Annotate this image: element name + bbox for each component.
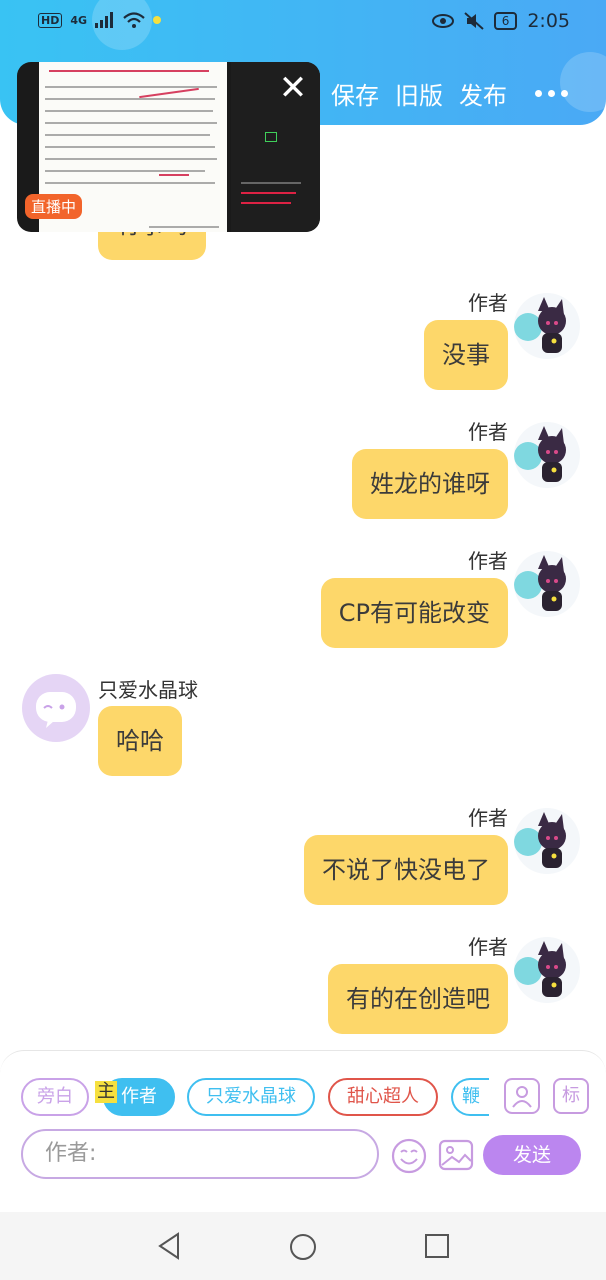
sender-name: 作者 bbox=[468, 935, 508, 959]
header-actions: 保存 旧版 发布 bbox=[331, 76, 568, 111]
author-avatar[interactable] bbox=[514, 422, 580, 488]
send-button[interactable]: 发送 bbox=[483, 1135, 581, 1175]
live-badge: 直播中 bbox=[25, 194, 83, 219]
sender-name: 只爱水晶球 bbox=[98, 678, 198, 702]
system-nav-bar bbox=[0, 1212, 606, 1280]
chat-area[interactable]: 有事吗 作者 没事 作者 姓龙的谁呀 作者 bbox=[0, 125, 606, 1050]
live-stream-overlay[interactable]: 直播中 ✕ bbox=[17, 62, 320, 232]
notification-dot bbox=[153, 16, 162, 24]
role-chip-narrator[interactable]: 旁白 bbox=[21, 1078, 89, 1116]
person-icon[interactable] bbox=[504, 1078, 540, 1114]
back-triangle-icon[interactable] bbox=[156, 1232, 182, 1260]
author-avatar[interactable] bbox=[514, 937, 580, 1003]
sender-name: 作者 bbox=[468, 291, 508, 315]
sender-name: 作者 bbox=[468, 420, 508, 444]
chat-bubble-right: 姓龙的谁呀 bbox=[352, 449, 508, 519]
user-avatar[interactable] bbox=[22, 674, 90, 742]
role-chip-partial[interactable]: 鞭 bbox=[451, 1078, 489, 1116]
save-button[interactable]: 保存 bbox=[331, 76, 379, 111]
sender-name: 作者 bbox=[468, 806, 508, 830]
chat-bubble-right: 不说了快没电了 bbox=[304, 835, 508, 905]
hd-indicator: HD bbox=[38, 12, 63, 28]
composer: 旁白 主 作者 只爱水晶球 甜心超人 鞭 标 作者: 发送 bbox=[0, 1050, 606, 1212]
sender-name: 作者 bbox=[468, 549, 508, 573]
battery-indicator: 6 bbox=[493, 12, 518, 30]
old-version-button[interactable]: 旧版 bbox=[395, 76, 443, 111]
main-role-tag: 主 bbox=[95, 1081, 117, 1103]
role-chip-crystal[interactable]: 只爱水晶球 bbox=[187, 1078, 315, 1116]
network-type: 4G bbox=[70, 13, 88, 27]
image-icon[interactable] bbox=[438, 1137, 474, 1173]
chat-bubble-right: 没事 bbox=[424, 320, 508, 390]
chat-bubble-left: 哈哈 bbox=[98, 706, 182, 776]
role-chip-sweetheart[interactable]: 甜心超人 bbox=[328, 1078, 438, 1116]
chat-bubble-right: CP有可能改变 bbox=[320, 578, 508, 648]
mute-icon bbox=[464, 12, 484, 30]
more-dots-icon[interactable] bbox=[535, 90, 568, 97]
publish-button[interactable]: 发布 bbox=[459, 76, 507, 111]
close-icon[interactable]: ✕ bbox=[274, 70, 312, 108]
author-avatar[interactable] bbox=[514, 551, 580, 617]
clock: 2:05 bbox=[527, 10, 570, 32]
signal-icon bbox=[95, 12, 114, 28]
message-input[interactable]: 作者: bbox=[21, 1129, 379, 1179]
chat-bubble-right: 有的在创造吧 bbox=[328, 964, 508, 1034]
eye-icon bbox=[431, 14, 454, 28]
home-circle-icon[interactable] bbox=[288, 1232, 318, 1262]
author-avatar[interactable] bbox=[514, 808, 580, 874]
emoji-icon[interactable] bbox=[390, 1137, 428, 1175]
author-avatar[interactable] bbox=[514, 293, 580, 359]
recent-square-icon[interactable] bbox=[424, 1233, 450, 1259]
tag-icon[interactable]: 标 bbox=[553, 1078, 589, 1114]
status-bar: HD 4G 6 2:05 bbox=[0, 0, 606, 46]
wifi-icon bbox=[123, 12, 145, 28]
